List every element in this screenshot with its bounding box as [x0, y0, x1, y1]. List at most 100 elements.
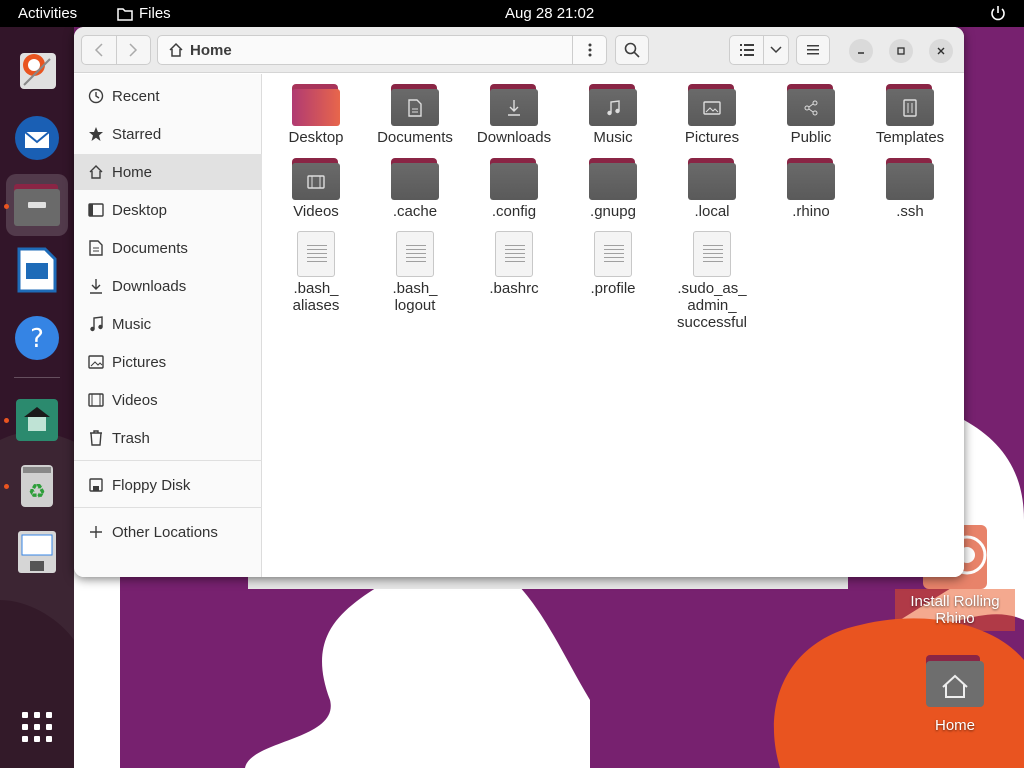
- sidebar-item-label: Downloads: [112, 277, 187, 295]
- file-item[interactable]: .bash_ logout: [367, 231, 463, 314]
- minimize-button[interactable]: [849, 39, 873, 63]
- music-icon: [90, 316, 103, 332]
- sidebar-item-label: Starred: [112, 125, 162, 143]
- item-label: Videos: [293, 203, 339, 220]
- writer-icon: [17, 247, 57, 293]
- home-folder-icon: [926, 655, 984, 707]
- sidebar-item-other-locations[interactable]: Other Locations: [74, 514, 262, 550]
- sidebar-item-label: Other Locations: [112, 523, 218, 541]
- forward-button[interactable]: [115, 36, 150, 64]
- sidebar-item-trash[interactable]: Trash: [74, 420, 262, 456]
- power-icon[interactable]: [989, 4, 1007, 22]
- folder-item[interactable]: Downloads: [466, 84, 562, 146]
- folder-item[interactable]: .config: [466, 158, 562, 220]
- pictures-folder-icon: [688, 84, 736, 126]
- sidebar-item-desktop[interactable]: Desktop: [74, 192, 262, 228]
- clock[interactable]: Aug 28 21:02: [505, 5, 594, 22]
- file-item[interactable]: .profile: [565, 231, 661, 297]
- close-button[interactable]: [929, 39, 953, 63]
- folder-item[interactable]: Pictures: [664, 84, 760, 146]
- sidebar-item-starred[interactable]: Starred: [74, 116, 262, 152]
- folder-item[interactable]: .cache: [367, 158, 463, 220]
- maximize-button[interactable]: [889, 39, 913, 63]
- folder-item[interactable]: Documents: [367, 84, 463, 146]
- path-menu-button[interactable]: [572, 36, 606, 64]
- file-item[interactable]: .sudo_as_ admin_ successful: [664, 231, 760, 331]
- dock-software[interactable]: [12, 395, 62, 445]
- downloads-folder-icon: [490, 84, 538, 126]
- folder-icon: [886, 158, 934, 200]
- view-options-button[interactable]: [763, 36, 788, 64]
- main-menu-button[interactable]: [796, 35, 830, 65]
- item-label: .cache: [392, 203, 438, 220]
- running-indicator: [4, 418, 9, 423]
- item-label: .local: [694, 203, 730, 220]
- item-label: .bashrc: [489, 280, 539, 297]
- folder-item[interactable]: .gnupg: [565, 158, 661, 220]
- folder-item[interactable]: .rhino: [763, 158, 859, 220]
- item-label: Downloads: [476, 129, 552, 146]
- path-bar[interactable]: Home: [157, 35, 607, 65]
- show-apps-button[interactable]: [12, 702, 62, 752]
- file-item[interactable]: .bash_ aliases: [268, 231, 364, 314]
- download-icon: [90, 279, 102, 294]
- desktop-icon-home[interactable]: Home: [895, 655, 1015, 734]
- sidebar-item-documents[interactable]: Documents: [74, 230, 262, 266]
- sidebar-item-pictures[interactable]: Pictures: [74, 344, 262, 380]
- folder-item[interactable]: Templates: [862, 84, 958, 146]
- dock-thunderbird[interactable]: [12, 113, 62, 163]
- back-button[interactable]: [82, 36, 116, 64]
- folder-item[interactable]: .local: [664, 158, 760, 220]
- desktop-icon-label: Install Rolling Rhino: [895, 589, 1015, 631]
- plus-icon: [90, 526, 102, 538]
- file-item[interactable]: .bashrc: [466, 231, 562, 297]
- floppy-icon: [89, 478, 103, 492]
- folder-item[interactable]: Desktop: [268, 84, 364, 146]
- sidebar-item-recent[interactable]: Recent: [74, 78, 262, 114]
- sidebar-item-label: Music: [112, 315, 152, 333]
- sidebar-item-downloads[interactable]: Downloads: [74, 268, 262, 304]
- list-icon: [739, 44, 754, 56]
- list-view-button[interactable]: [730, 36, 763, 64]
- svg-text:?: ?: [30, 324, 44, 354]
- document-icon: [89, 240, 103, 256]
- trash-icon: ♻: [21, 465, 53, 507]
- breadcrumb-home[interactable]: Home: [158, 36, 232, 64]
- sidebar-item-label: Recent: [112, 87, 160, 105]
- sidebar-item-label: Trash: [112, 429, 150, 447]
- app-menu[interactable]: Files: [117, 5, 171, 22]
- folder-icon: [688, 158, 736, 200]
- folder-icon: [787, 158, 835, 200]
- dock-help[interactable]: ?: [12, 313, 62, 363]
- folder-item[interactable]: Public: [763, 84, 859, 146]
- text-file-icon: [396, 231, 434, 277]
- music-folder-icon: [589, 84, 637, 126]
- item-label: Music: [593, 129, 633, 146]
- folder-item[interactable]: .ssh: [862, 158, 958, 220]
- header-bar: Home: [74, 27, 964, 73]
- item-label: .sudo_as_ admin_ successful: [676, 280, 748, 331]
- item-label: .bash_ logout: [392, 280, 438, 314]
- dock-files[interactable]: [6, 174, 68, 236]
- sidebar-item-home[interactable]: Home: [74, 154, 262, 190]
- folder-item[interactable]: Videos: [268, 158, 364, 220]
- dock-libreoffice-writer[interactable]: [12, 245, 62, 295]
- sidebar-item-music[interactable]: Music: [74, 306, 262, 342]
- sidebar-separator: [74, 460, 262, 461]
- activities-button[interactable]: Activities: [18, 5, 77, 22]
- folder-item[interactable]: Music: [565, 84, 661, 146]
- dock-rhino-installer[interactable]: [12, 45, 62, 95]
- text-file-icon: [495, 231, 533, 277]
- item-label: .gnupg: [590, 203, 636, 220]
- search-button[interactable]: [615, 35, 649, 65]
- dock-trash[interactable]: ♻: [12, 461, 62, 511]
- item-label: Public: [790, 129, 832, 146]
- running-indicator: [4, 204, 9, 209]
- dock-floppy[interactable]: [12, 527, 62, 577]
- sidebar-item-label: Floppy Disk: [112, 476, 191, 494]
- sidebar-item-videos[interactable]: Videos: [74, 382, 262, 418]
- chevron-left-icon: [94, 43, 103, 57]
- sidebar-item-floppy-disk[interactable]: Floppy Disk: [74, 467, 262, 503]
- app-name: Files: [139, 5, 171, 22]
- close-icon: [937, 47, 945, 55]
